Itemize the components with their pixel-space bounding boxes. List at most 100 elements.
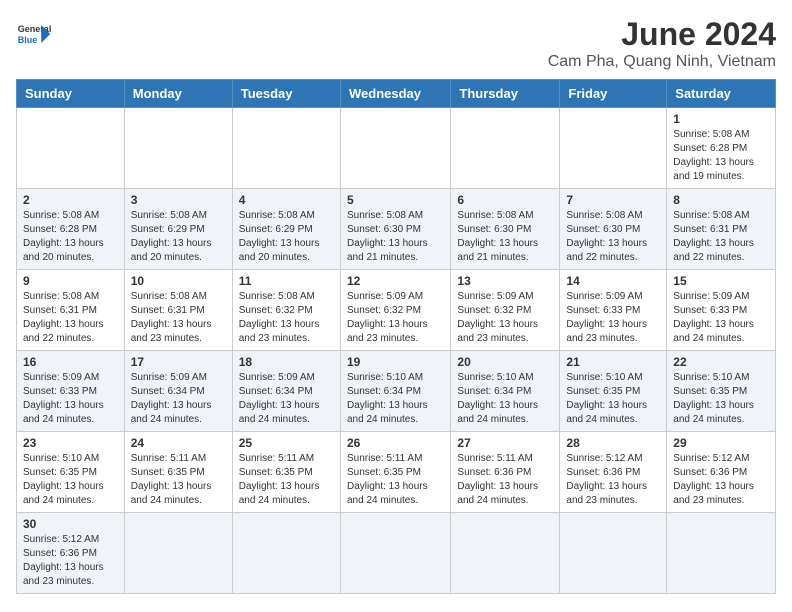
day-info: Sunrise: 5:08 AM Sunset: 6:30 PM Dayligh…: [566, 209, 660, 265]
day-number: 1: [673, 112, 769, 126]
day-info: Sunrise: 5:09 AM Sunset: 6:32 PM Dayligh…: [347, 290, 444, 346]
day-info: Sunrise: 5:10 AM Sunset: 6:35 PM Dayligh…: [673, 371, 769, 427]
day-number: 28: [566, 436, 660, 450]
weekday-header-thursday: Thursday: [451, 80, 560, 108]
day-number: 17: [131, 355, 226, 369]
day-info: Sunrise: 5:11 AM Sunset: 6:36 PM Dayligh…: [457, 452, 553, 508]
calendar-cell: [451, 108, 560, 189]
calendar-cell: 8 Sunrise: 5:08 AM Sunset: 6:31 PM Daylig…: [667, 189, 776, 270]
day-info: Sunrise: 5:08 AM Sunset: 6:29 PM Dayligh…: [131, 209, 226, 265]
day-info: Sunrise: 5:10 AM Sunset: 6:35 PM Dayligh…: [566, 371, 660, 427]
day-number: 2: [23, 193, 118, 207]
calendar-cell: 27 Sunrise: 5:11 AM Sunset: 6:36 PM Dayli…: [451, 432, 560, 513]
day-info: Sunrise: 5:08 AM Sunset: 6:31 PM Dayligh…: [23, 290, 118, 346]
day-info: Sunrise: 5:08 AM Sunset: 6:30 PM Dayligh…: [347, 209, 444, 265]
day-info: Sunrise: 5:10 AM Sunset: 6:35 PM Dayligh…: [23, 452, 118, 508]
day-info: Sunrise: 5:09 AM Sunset: 6:33 PM Dayligh…: [23, 371, 118, 427]
calendar-cell: 18 Sunrise: 5:09 AM Sunset: 6:34 PM Dayli…: [232, 351, 340, 432]
calendar-cell: [124, 108, 232, 189]
day-info: Sunrise: 5:12 AM Sunset: 6:36 PM Dayligh…: [566, 452, 660, 508]
day-number: 4: [239, 193, 334, 207]
day-number: 25: [239, 436, 334, 450]
day-number: 11: [239, 274, 334, 288]
day-info: Sunrise: 5:08 AM Sunset: 6:29 PM Dayligh…: [239, 209, 334, 265]
calendar-cell: 7 Sunrise: 5:08 AM Sunset: 6:30 PM Daylig…: [560, 189, 667, 270]
calendar-cell: 28 Sunrise: 5:12 AM Sunset: 6:36 PM Dayli…: [560, 432, 667, 513]
calendar-cell: 6 Sunrise: 5:08 AM Sunset: 6:30 PM Daylig…: [451, 189, 560, 270]
day-number: 5: [347, 193, 444, 207]
calendar-cell: 29 Sunrise: 5:12 AM Sunset: 6:36 PM Dayli…: [667, 432, 776, 513]
generalblue-logo-icon: General Blue: [16, 16, 52, 52]
calendar-cell: 3 Sunrise: 5:08 AM Sunset: 6:29 PM Daylig…: [124, 189, 232, 270]
location-title: Cam Pha, Quang Ninh, Vietnam: [548, 53, 776, 71]
calendar-cell: 1 Sunrise: 5:08 AM Sunset: 6:28 PM Daylig…: [667, 108, 776, 189]
month-title: June 2024: [548, 16, 776, 53]
week-row-3: 9 Sunrise: 5:08 AM Sunset: 6:31 PM Daylig…: [17, 270, 776, 351]
day-info: Sunrise: 5:08 AM Sunset: 6:31 PM Dayligh…: [131, 290, 226, 346]
week-row-5: 23 Sunrise: 5:10 AM Sunset: 6:35 PM Dayli…: [17, 432, 776, 513]
day-number: 21: [566, 355, 660, 369]
day-info: Sunrise: 5:09 AM Sunset: 6:33 PM Dayligh…: [673, 290, 769, 346]
calendar-cell: [667, 513, 776, 594]
title-section: June 2024 Cam Pha, Quang Ninh, Vietnam: [548, 16, 776, 71]
day-info: Sunrise: 5:12 AM Sunset: 6:36 PM Dayligh…: [673, 452, 769, 508]
weekday-header-saturday: Saturday: [667, 80, 776, 108]
calendar-table: SundayMondayTuesdayWednesdayThursdayFrid…: [16, 79, 776, 594]
calendar-cell: 22 Sunrise: 5:10 AM Sunset: 6:35 PM Dayli…: [667, 351, 776, 432]
calendar-cell: 30Sunrise: 5:12 AM Sunset: 6:36 PM Dayli…: [17, 513, 125, 594]
svg-text:Blue: Blue: [18, 35, 38, 45]
week-row-2: 2 Sunrise: 5:08 AM Sunset: 6:28 PM Daylig…: [17, 189, 776, 270]
day-info: Sunrise: 5:10 AM Sunset: 6:34 PM Dayligh…: [347, 371, 444, 427]
calendar-cell: 24Sunrise: 5:11 AM Sunset: 6:35 PM Dayli…: [124, 432, 232, 513]
day-info: Sunrise: 5:11 AM Sunset: 6:35 PM Dayligh…: [239, 452, 334, 508]
calendar-cell: 23 Sunrise: 5:10 AM Sunset: 6:35 PM Dayli…: [17, 432, 125, 513]
day-number: 13: [457, 274, 553, 288]
calendar-cell: 16Sunrise: 5:09 AM Sunset: 6:33 PM Dayli…: [17, 351, 125, 432]
day-number: 26: [347, 436, 444, 450]
day-info: Sunrise: 5:11 AM Sunset: 6:35 PM Dayligh…: [131, 452, 226, 508]
day-info: Sunrise: 5:08 AM Sunset: 6:31 PM Dayligh…: [673, 209, 769, 265]
day-number: 23: [23, 436, 118, 450]
day-info: Sunrise: 5:08 AM Sunset: 6:30 PM Dayligh…: [457, 209, 553, 265]
calendar-cell: [560, 108, 667, 189]
day-number: 7: [566, 193, 660, 207]
weekday-header-wednesday: Wednesday: [340, 80, 450, 108]
weekday-header-sunday: Sunday: [17, 80, 125, 108]
day-number: 9: [23, 274, 118, 288]
calendar-cell: [17, 108, 125, 189]
calendar-cell: [340, 108, 450, 189]
calendar-cell: [232, 513, 340, 594]
day-number: 3: [131, 193, 226, 207]
day-info: Sunrise: 5:08 AM Sunset: 6:32 PM Dayligh…: [239, 290, 334, 346]
day-number: 27: [457, 436, 553, 450]
calendar-cell: 11 Sunrise: 5:08 AM Sunset: 6:32 PM Dayli…: [232, 270, 340, 351]
calendar-cell: 10Sunrise: 5:08 AM Sunset: 6:31 PM Dayli…: [124, 270, 232, 351]
day-number: 14: [566, 274, 660, 288]
calendar-cell: 13Sunrise: 5:09 AM Sunset: 6:32 PM Dayli…: [451, 270, 560, 351]
day-info: Sunrise: 5:09 AM Sunset: 6:34 PM Dayligh…: [131, 371, 226, 427]
page-header: General Blue June 2024 Cam Pha, Quang Ni…: [16, 16, 776, 71]
day-number: 22: [673, 355, 769, 369]
calendar-cell: 26Sunrise: 5:11 AM Sunset: 6:35 PM Dayli…: [340, 432, 450, 513]
day-info: Sunrise: 5:08 AM Sunset: 6:28 PM Dayligh…: [23, 209, 118, 265]
calendar-cell: 4 Sunrise: 5:08 AM Sunset: 6:29 PM Daylig…: [232, 189, 340, 270]
day-info: Sunrise: 5:08 AM Sunset: 6:28 PM Dayligh…: [673, 128, 769, 184]
day-info: Sunrise: 5:10 AM Sunset: 6:34 PM Dayligh…: [457, 371, 553, 427]
day-number: 18: [239, 355, 334, 369]
week-row-4: 16Sunrise: 5:09 AM Sunset: 6:33 PM Dayli…: [17, 351, 776, 432]
calendar-cell: [232, 108, 340, 189]
day-number: 29: [673, 436, 769, 450]
day-number: 6: [457, 193, 553, 207]
calendar-cell: 17 Sunrise: 5:09 AM Sunset: 6:34 PM Dayli…: [124, 351, 232, 432]
day-info: Sunrise: 5:12 AM Sunset: 6:36 PM Dayligh…: [23, 533, 118, 589]
calendar-cell: 9 Sunrise: 5:08 AM Sunset: 6:31 PM Daylig…: [17, 270, 125, 351]
weekday-header-row: SundayMondayTuesdayWednesdayThursdayFrid…: [17, 80, 776, 108]
calendar-cell: [451, 513, 560, 594]
day-info: Sunrise: 5:09 AM Sunset: 6:34 PM Dayligh…: [239, 371, 334, 427]
calendar-cell: [124, 513, 232, 594]
day-number: 8: [673, 193, 769, 207]
day-number: 20: [457, 355, 553, 369]
calendar-cell: 12Sunrise: 5:09 AM Sunset: 6:32 PM Dayli…: [340, 270, 450, 351]
week-row-1: 1 Sunrise: 5:08 AM Sunset: 6:28 PM Daylig…: [17, 108, 776, 189]
day-number: 19: [347, 355, 444, 369]
